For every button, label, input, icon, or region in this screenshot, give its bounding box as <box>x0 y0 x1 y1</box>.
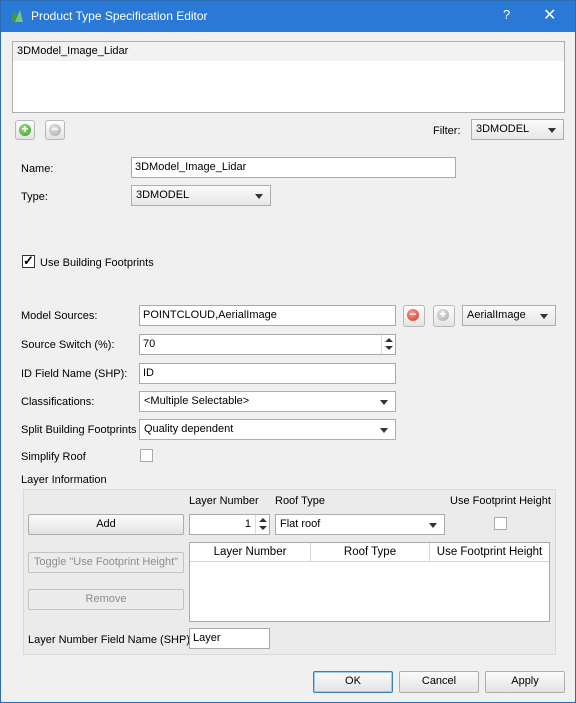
column-header-layer-number[interactable]: Layer Number <box>190 543 311 562</box>
app-icon <box>11 10 23 22</box>
use-footprint-height-checkbox[interactable] <box>494 517 507 530</box>
model-sources-input[interactable]: POINTCLOUD,AerialImage <box>139 305 396 326</box>
filter-value: 3DMODEL <box>476 123 530 135</box>
remove-product-type-button[interactable]: − <box>45 120 65 140</box>
chevron-down-icon <box>540 314 548 319</box>
column-header-use-footprint-height[interactable]: Use Footprint Height <box>430 543 549 562</box>
remove-source-button[interactable]: − <box>403 305 425 327</box>
type-label: Type: <box>21 191 48 203</box>
title-bar: Product Type Specification Editor ? ✕ <box>1 1 575 32</box>
id-field-input[interactable]: ID <box>139 363 396 384</box>
chevron-down-icon <box>380 400 388 405</box>
remove-layer-button[interactable]: Remove <box>28 589 184 610</box>
layer-field-input[interactable]: Layer <box>189 628 270 649</box>
source-switch-value: 70 <box>143 338 156 350</box>
simplify-roof-label: Simplify Roof <box>21 451 86 463</box>
source-switch-spinbox[interactable]: 70 <box>139 334 396 355</box>
name-input[interactable]: 3DModel_Image_Lidar <box>131 157 456 178</box>
spinner-arrows-icon[interactable] <box>255 515 269 534</box>
use-footprint-height-label: Use Footprint Height <box>450 495 551 507</box>
spinner-arrows-icon[interactable] <box>381 335 395 354</box>
split-footprints-value: Quality dependent <box>144 423 234 435</box>
split-footprints-select[interactable]: Quality dependent <box>139 419 396 440</box>
layer-number-value: 1 <box>244 518 251 530</box>
classifications-value: <Multiple Selectable> <box>144 395 250 407</box>
classifications-select[interactable]: <Multiple Selectable> <box>139 391 396 412</box>
chevron-down-icon <box>380 428 388 433</box>
list-item[interactable]: 3DModel_Image_Lidar <box>13 42 564 61</box>
close-button[interactable]: ✕ <box>543 5 556 25</box>
model-source-value: AerialImage <box>467 309 526 321</box>
window-title: Product Type Specification Editor <box>31 9 208 23</box>
source-switch-label: Source Switch (%): <box>21 339 115 351</box>
chevron-down-icon <box>548 128 556 133</box>
add-source-button[interactable]: + <box>433 305 455 327</box>
minus-icon: − <box>407 307 419 321</box>
help-button[interactable]: ? <box>503 7 510 22</box>
column-header-roof-type[interactable]: Roof Type <box>311 543 430 562</box>
filter-select[interactable]: 3DMODEL <box>471 119 564 140</box>
classifications-label: Classifications: <box>21 396 95 408</box>
layer-number-spinbox[interactable]: 1 <box>189 514 270 535</box>
roof-type-value: Flat roof <box>280 518 321 530</box>
model-sources-label: Model Sources: <box>21 310 98 322</box>
type-select[interactable]: 3DMODEL <box>131 185 271 206</box>
chevron-down-icon <box>429 523 437 528</box>
roof-type-select[interactable]: Flat roof <box>275 514 445 535</box>
layer-info-label: Layer Information <box>21 474 107 486</box>
dialog-window: Product Type Specification Editor ? ✕ 3D… <box>0 0 576 703</box>
add-layer-button[interactable]: Add <box>28 514 184 535</box>
toggle-footprint-height-button[interactable]: Toggle "Use Footprint Height" <box>28 552 184 573</box>
checkmark-icon: ✓ <box>23 253 34 268</box>
layer-number-label: Layer Number <box>189 495 259 507</box>
chevron-down-icon <box>255 194 263 199</box>
apply-button[interactable]: Apply <box>485 671 565 693</box>
split-footprints-label: Split Building Footprints <box>21 424 137 436</box>
table-header: Layer Number Roof Type Use Footprint Hei… <box>190 543 549 562</box>
simplify-roof-checkbox[interactable] <box>140 449 153 462</box>
layer-table[interactable]: Layer Number Roof Type Use Footprint Hei… <box>189 542 550 622</box>
plus-icon: + <box>19 122 31 136</box>
product-type-list[interactable]: 3DModel_Image_Lidar <box>12 41 565 113</box>
use-footprints-checkbox[interactable]: ✓ <box>22 253 35 268</box>
model-source-select[interactable]: AerialImage <box>462 305 556 326</box>
layer-field-label: Layer Number Field Name (SHP): <box>28 634 194 646</box>
roof-type-label: Roof Type <box>275 495 325 507</box>
filter-label: Filter: <box>433 125 461 137</box>
plus-icon: + <box>437 307 449 321</box>
ok-button[interactable]: OK <box>313 671 393 693</box>
cancel-button[interactable]: Cancel <box>399 671 479 693</box>
name-label: Name: <box>21 163 54 175</box>
id-field-label: ID Field Name (SHP): <box>21 368 128 380</box>
minus-icon: − <box>49 122 61 136</box>
use-footprints-label: Use Building Footprints <box>40 257 154 269</box>
add-product-type-button[interactable]: + <box>15 120 35 140</box>
type-value: 3DMODEL <box>136 189 190 201</box>
